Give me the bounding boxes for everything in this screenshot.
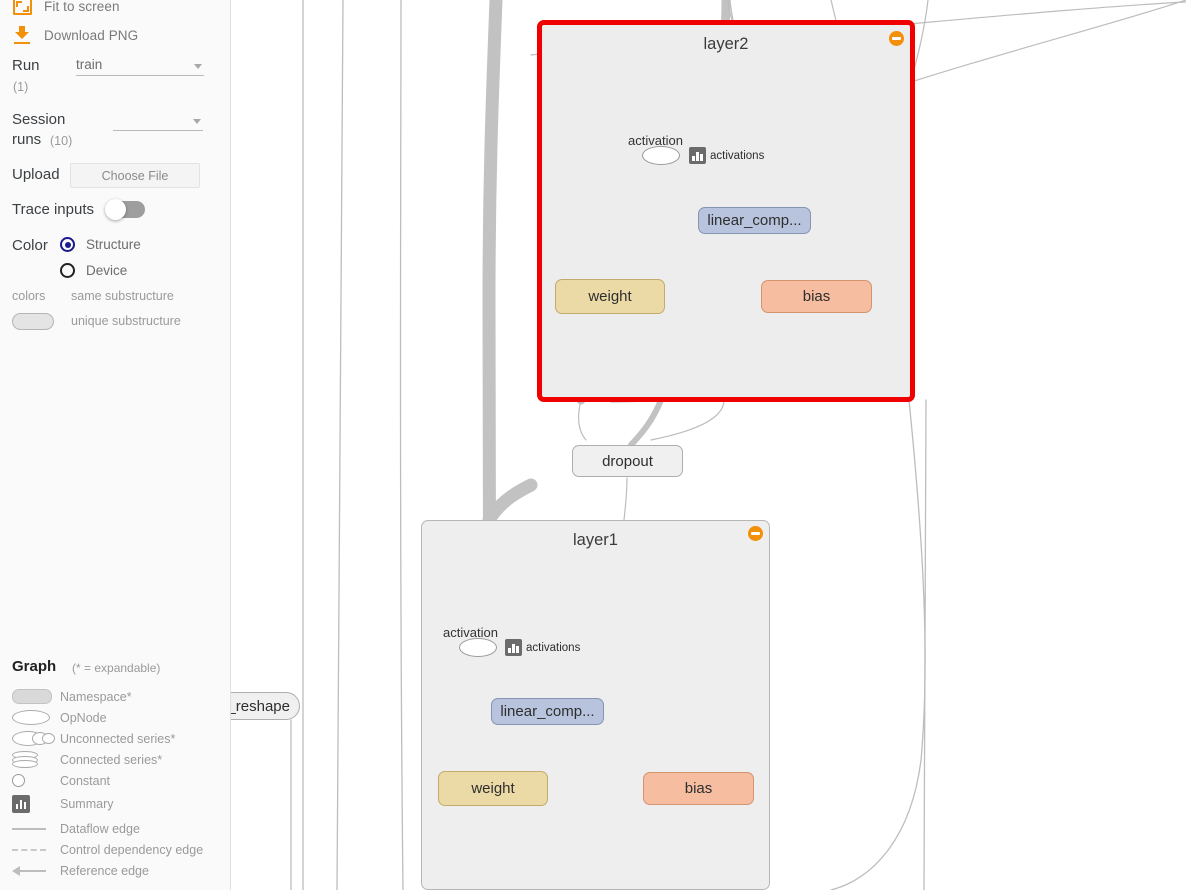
constant-symbol-icon <box>0 774 60 787</box>
opnode-symbol-icon <box>0 710 60 725</box>
unconnected-series-symbol-icon <box>0 731 60 746</box>
layer2-activations-summary-icon[interactable] <box>689 147 706 164</box>
layer1-weight-node[interactable]: weight <box>438 771 548 806</box>
summary-symbol-icon <box>0 794 60 813</box>
legend-title: Graph <box>12 658 57 675</box>
sidebar: Fit to screen Download PNG Run (1) train… <box>0 0 231 890</box>
layer1-activation-node[interactable] <box>459 638 497 657</box>
run-label: Run <box>12 57 40 74</box>
connected-series-symbol-icon <box>0 751 60 768</box>
color-option-structure[interactable]: Structure <box>60 237 141 252</box>
legend-item-connected-series: Connected series* <box>0 749 230 770</box>
control-dependency-edge-symbol-icon <box>0 848 60 851</box>
legend-label: Constant <box>60 773 111 788</box>
layer1-linear-comp-node[interactable]: linear_comp... <box>491 698 604 725</box>
color-option-device-label: Device <box>86 263 128 278</box>
legend-item-unconnected-series: Unconnected series* <box>0 728 230 749</box>
layer1-activations-summary-icon[interactable] <box>505 639 522 656</box>
session-runs-select[interactable] <box>113 109 203 131</box>
run-select-value: train <box>76 57 103 72</box>
unique-substructure-swatch <box>12 313 54 330</box>
chevron-down-icon <box>193 119 201 124</box>
fit-to-screen-icon <box>0 0 44 15</box>
download-png-button[interactable]: Download PNG <box>0 21 230 49</box>
group-layer1-title: layer1 <box>573 531 618 549</box>
legend-label: Dataflow edge <box>60 821 140 836</box>
session-runs-count: (10) <box>50 134 73 148</box>
reference-edge-symbol-icon <box>0 865 60 876</box>
legend-item-summary: Summary <box>0 793 230 814</box>
color-label: Color <box>12 237 48 254</box>
namespace-symbol-icon <box>0 689 60 704</box>
layer1-bias-node[interactable]: bias <box>643 772 754 805</box>
fit-to-screen-label: Fit to screen <box>44 0 120 14</box>
legend-item-control-dependency-edge: Control dependency edge <box>0 839 230 860</box>
trace-inputs-label: Trace inputs <box>12 201 94 218</box>
legend-label: Unconnected series* <box>60 731 176 746</box>
collapse-layer2-button[interactable] <box>889 31 904 46</box>
session-runs-label2: runs <box>12 131 42 148</box>
choose-file-button[interactable]: Choose File <box>70 163 200 188</box>
legend-label: Control dependency edge <box>60 842 204 857</box>
toggle-knob <box>105 199 126 220</box>
graph-canvas[interactable]: layer2 activation activations linear_com… <box>231 0 1186 890</box>
color-option-structure-label: Structure <box>86 237 141 252</box>
legend-label: OpNode <box>60 710 107 725</box>
legend-item-namespace: Namespace* <box>0 686 230 707</box>
unique-substructure-label: unique substructure <box>71 314 181 328</box>
radio-device <box>60 263 75 278</box>
fit-to-screen-button[interactable]: Fit to screen <box>0 0 230 20</box>
run-select[interactable]: train <box>76 54 204 76</box>
colors-label: colors <box>12 289 46 303</box>
dropout-node[interactable]: dropout <box>572 445 683 477</box>
layer2-weight-node[interactable]: weight <box>555 279 665 314</box>
run-count: (1) <box>13 80 29 94</box>
legend-label: Connected series* <box>60 752 163 767</box>
legend-item-dataflow-edge: Dataflow edge <box>0 818 230 839</box>
legend-label: Summary <box>60 796 114 811</box>
legend-item-reference-edge: Reference edge <box>0 860 230 881</box>
color-option-device[interactable]: Device <box>60 263 127 278</box>
dataflow-edge-symbol-icon <box>0 827 60 830</box>
legend-note: (* = expandable) <box>72 661 161 675</box>
legend-item-constant: Constant <box>0 770 230 791</box>
collapse-layer1-button[interactable] <box>748 526 763 541</box>
legend-item-opnode: OpNode <box>0 707 230 728</box>
same-substructure-label: same substructure <box>71 289 174 303</box>
radio-structure <box>60 237 75 252</box>
group-layer2-title: layer2 <box>703 35 749 53</box>
trace-inputs-toggle[interactable] <box>105 199 145 220</box>
download-icon <box>0 26 44 44</box>
legend-label: Namespace* <box>60 689 132 704</box>
layer1-activations-summary-label: activations <box>526 642 581 654</box>
layer2-activation-node[interactable] <box>642 146 680 165</box>
download-png-label: Download PNG <box>44 27 139 43</box>
layer2-bias-node[interactable]: bias <box>761 280 872 313</box>
legend-label: Reference edge <box>60 863 149 878</box>
chevron-down-icon <box>194 64 202 69</box>
layer2-linear-comp-node[interactable]: linear_comp... <box>698 207 811 234</box>
upload-label: Upload <box>12 166 60 183</box>
reshape-node[interactable]: _reshape <box>231 692 300 720</box>
layer2-activations-summary-label: activations <box>710 150 765 162</box>
session-runs-label: Session <box>12 111 66 128</box>
